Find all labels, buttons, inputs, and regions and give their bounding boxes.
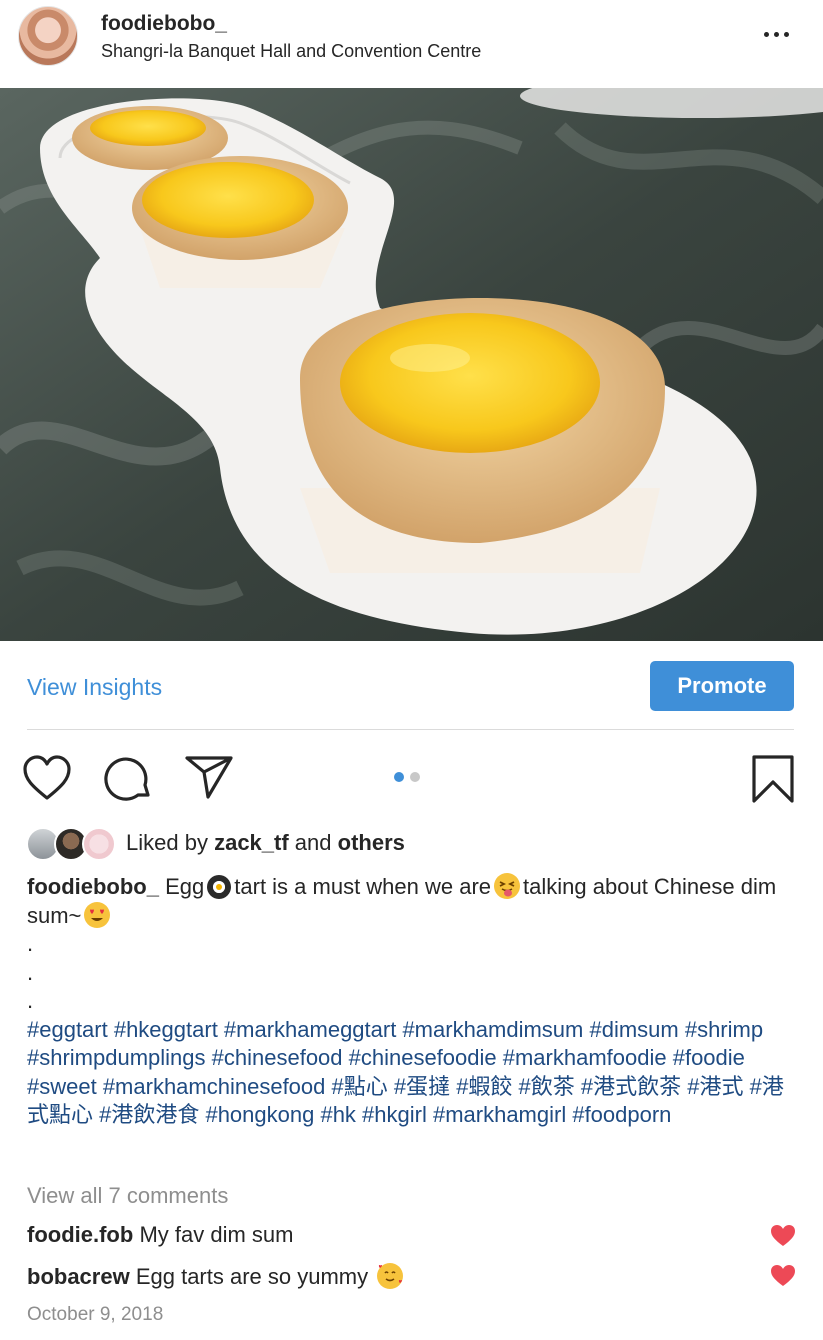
carousel-indicator (394, 772, 420, 782)
comment-like-heart-icon[interactable] (770, 1264, 796, 1288)
share-icon[interactable] (184, 754, 234, 800)
comment-item: bobacrew Egg tarts are so yummy (27, 1263, 406, 1290)
caption-text-1: Egg (165, 874, 205, 899)
caption-hashtags[interactable]: #eggtart #hkeggtart #markhameggtart #mar… (27, 1016, 799, 1130)
caption-dot-2: . (27, 959, 34, 985)
heart-icon[interactable] (22, 754, 72, 802)
divider (27, 729, 794, 730)
carousel-dot (410, 772, 420, 782)
caption-dot-1: . (27, 931, 34, 956)
post-image[interactable] (0, 88, 823, 641)
liked-by-prefix: Liked by (126, 830, 208, 855)
comment-text: My fav dim sum (139, 1222, 294, 1247)
frying-pan-egg-icon (207, 875, 232, 899)
comment-user[interactable]: bobacrew (27, 1264, 130, 1289)
post-location[interactable]: Shangri-la Banquet Hall and Convention C… (101, 41, 481, 62)
caption-text-2: tart is a must when we are (234, 874, 492, 899)
liked-by-joiner: and (294, 830, 332, 855)
liked-by-user[interactable]: zack_tf (214, 830, 289, 855)
promote-button[interactable]: Promote (650, 661, 794, 711)
avatar[interactable] (18, 6, 78, 66)
smiling-face-with-hearts-icon (377, 1263, 404, 1289)
post-username[interactable]: foodiebobo_ (101, 12, 227, 36)
liked-by-text[interactable]: Liked by zack_tf and others (126, 830, 405, 856)
view-insights-link[interactable]: View Insights (27, 674, 162, 701)
heart-eyes-face-icon (84, 901, 111, 928)
view-all-comments-link[interactable]: View all 7 comments (27, 1183, 228, 1209)
more-horizontal-icon[interactable] (764, 24, 796, 44)
comment-like-heart-icon[interactable] (770, 1224, 796, 1248)
liked-by-others[interactable]: others (338, 830, 405, 855)
liker-avatars[interactable] (26, 827, 116, 863)
comment-text: Egg tarts are so yummy (135, 1264, 369, 1289)
carousel-dot-active (394, 772, 404, 782)
liker-avatar (82, 827, 116, 861)
caption-author[interactable]: foodiebobo_ (27, 874, 159, 899)
save-icon[interactable] (750, 754, 796, 804)
squinting-tongue-face-icon (494, 873, 521, 899)
caption-dot-3: . (27, 988, 34, 1013)
comment-item: foodie.fob My fav dim sum (27, 1222, 293, 1248)
comment-icon[interactable] (104, 755, 152, 803)
post-caption: foodiebobo_ Egg tart is a must when we ar… (27, 873, 799, 1130)
comment-user[interactable]: foodie.fob (27, 1222, 133, 1247)
post-timestamp: October 9, 2018 (27, 1304, 164, 1325)
post-header: foodiebobo_ Shangri-la Banquet Hall and … (0, 0, 823, 88)
